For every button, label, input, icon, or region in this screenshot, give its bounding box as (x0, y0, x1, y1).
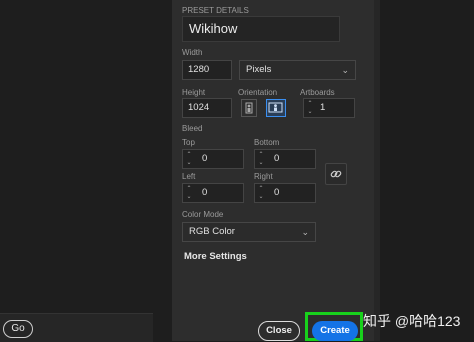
bleed-right-value: 0 (274, 187, 280, 198)
create-button[interactable]: Create (312, 321, 358, 341)
bleed-bottom-input[interactable]: ⌃ ⌄ 0 (254, 149, 316, 169)
more-settings-link[interactable]: More Settings (184, 251, 247, 262)
watermark-text: 知乎 @哈哈123 (363, 313, 461, 329)
chevron-down-icon: ⌄ (301, 227, 309, 237)
stepper-icon[interactable]: ⌃ ⌄ (257, 151, 265, 167)
bleed-bottom-value: 0 (274, 153, 280, 164)
color-mode-value: RGB Color (189, 226, 235, 237)
bleed-top-input[interactable]: ⌃ ⌄ 0 (182, 149, 244, 169)
bleed-left-value: 0 (202, 187, 208, 198)
landscape-orientation-icon[interactable] (266, 99, 286, 117)
bleed-right-input[interactable]: ⌃ ⌄ 0 (254, 183, 316, 203)
stepper-icon[interactable]: ⌃ ⌄ (185, 185, 193, 201)
preset-details-panel: PRESET DETAILS Wikihow Width 1280 Pixels… (172, 0, 374, 341)
bleed-left-input[interactable]: ⌃ ⌄ 0 (182, 183, 244, 203)
stepper-icon[interactable]: ⌃ ⌄ (257, 185, 265, 201)
height-label: Height (182, 88, 206, 97)
link-bleed-button[interactable] (325, 163, 347, 185)
artboards-value: 1 (320, 102, 326, 113)
units-value: Pixels (246, 64, 272, 75)
width-label: Width (182, 48, 203, 57)
stepper-icon[interactable]: ⌃ ⌄ (185, 151, 193, 167)
orientation-label: Orientation (238, 88, 278, 97)
close-button[interactable]: Close (258, 321, 300, 341)
panel-edge (374, 0, 380, 341)
top-label: Top (182, 138, 195, 147)
left-pane (0, 0, 172, 341)
preset-name-input[interactable]: Wikihow (182, 16, 340, 42)
bleed-top-value: 0 (202, 153, 208, 164)
artboards-input[interactable]: ⌃ ⌄ 1 (303, 98, 355, 118)
width-input[interactable]: 1280 (182, 60, 232, 80)
units-select[interactable]: Pixels ⌄ (239, 60, 356, 80)
section-title: PRESET DETAILS (182, 6, 249, 15)
left-bottom-bar: Go (0, 313, 153, 342)
stepper-icon[interactable]: ⌃ ⌄ (306, 100, 314, 116)
chevron-down-icon: ⌄ (341, 65, 349, 75)
color-mode-label: Color Mode (182, 210, 224, 219)
height-input[interactable]: 1024 (182, 98, 232, 118)
portrait-orientation-icon[interactable] (241, 99, 257, 117)
bleed-label: Bleed (182, 124, 203, 133)
left-label: Left (182, 172, 196, 181)
go-button[interactable]: Go (3, 320, 33, 338)
bottom-label: Bottom (254, 138, 280, 147)
artboards-label: Artboards (300, 88, 335, 97)
right-label: Right (254, 172, 273, 181)
link-icon (330, 170, 342, 178)
color-mode-select[interactable]: RGB Color ⌄ (182, 222, 316, 242)
